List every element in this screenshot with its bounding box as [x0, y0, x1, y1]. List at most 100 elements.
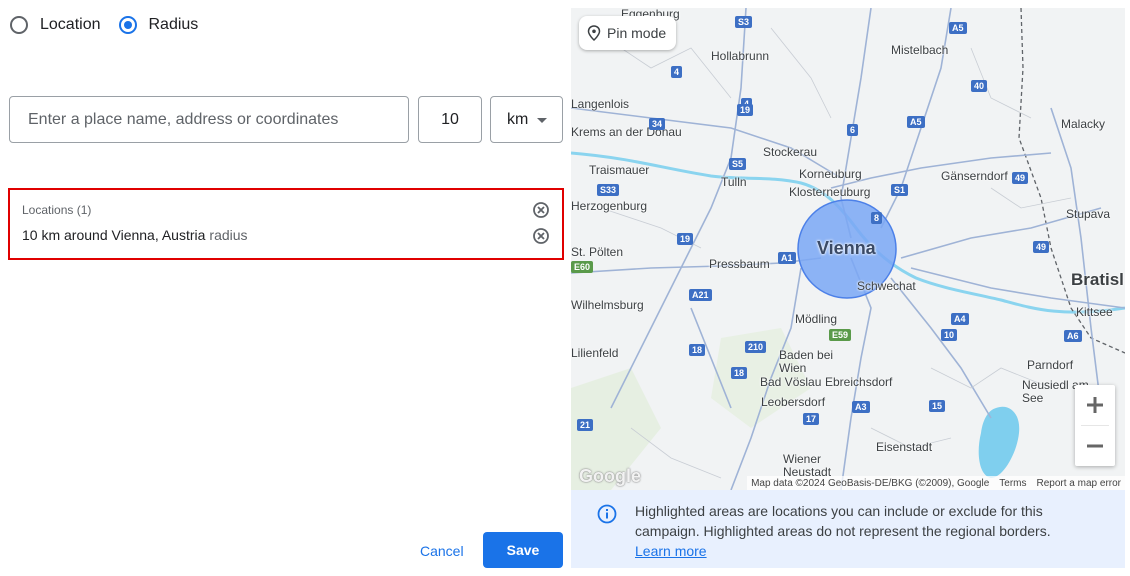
clear-all-locations-button[interactable] — [532, 201, 550, 219]
map-place-label: Gänserndorf — [941, 169, 1008, 183]
map-place-label: Ebreichsdorf — [825, 375, 893, 389]
road-shield: A3 — [852, 401, 870, 413]
road-shield: 17 — [803, 413, 820, 425]
targeting-mode-selector: Location Radius — [10, 16, 216, 34]
road-shield: 19 — [737, 104, 754, 116]
map-place-label: Lilienfeld — [571, 346, 619, 360]
google-logo: Google — [579, 466, 641, 486]
map-place-label: Schwechat — [857, 279, 916, 293]
road-shield: 34 — [649, 118, 666, 130]
zoom-out-button[interactable] — [1075, 426, 1115, 466]
map-place-label: Krems an der Donau — [571, 125, 682, 139]
road-shield: A5 — [949, 22, 967, 34]
locations-list: Locations (1) 10 km around Vienna, Austr… — [8, 188, 564, 260]
location-radio-label: Location — [40, 16, 101, 33]
map-place-label: Pressbaum — [709, 257, 770, 271]
location-pin-icon — [587, 25, 601, 41]
map-place-label: Mödling — [795, 312, 838, 326]
road-shield: 6 — [847, 124, 859, 136]
info-text-block: Highlighted areas are locations you can … — [635, 501, 1095, 561]
road-shield: 8 — [871, 212, 883, 224]
map-place-label: Langenlois — [571, 97, 630, 111]
road-shield: A1 — [778, 252, 796, 264]
map-place-label: Mistelbach — [891, 43, 949, 57]
map-place-label: Bratisl — [1071, 270, 1124, 289]
road-shield: 49 — [1033, 241, 1050, 253]
road-shield: 10 — [941, 329, 958, 341]
map-attribution: Map data ©2024 GeoBasis-DE/BKG (©2009), … — [747, 476, 1125, 490]
location-item: 10 km around Vienna, Austria radius — [22, 227, 248, 243]
map-place-label: Parndorf — [1027, 358, 1074, 372]
radius-value-input[interactable]: 10 — [418, 96, 482, 143]
map-place-label: Traismauer — [589, 163, 650, 177]
report-map-error-link[interactable]: Report a map error — [1037, 478, 1121, 489]
road-shield: 18 — [731, 367, 748, 379]
map-place-label: Korneuburg — [799, 167, 862, 181]
road-shield: A6 — [1064, 330, 1082, 342]
map-place-label: Tulln — [721, 175, 747, 189]
plus-icon — [1087, 397, 1103, 413]
map-place-label: Wilhelmsburg — [571, 298, 644, 312]
place-search-field[interactable] — [9, 96, 409, 143]
arrow-drop-down-icon — [537, 118, 547, 123]
map-data-attribution: Map data ©2024 GeoBasis-DE/BKG (©2009), … — [751, 477, 990, 489]
road-shield: 49 — [1012, 172, 1029, 184]
map-place-label: St. Pölten — [571, 245, 624, 259]
cancel-circle-icon — [533, 228, 549, 244]
cancel-circle-icon — [533, 202, 549, 218]
map-place-label: Eisenstadt — [876, 440, 933, 454]
radius-radio-option[interactable]: Radius — [118, 16, 199, 34]
zoom-controls — [1075, 385, 1115, 466]
map-place-label: Stockerau — [763, 145, 818, 159]
terms-link[interactable]: Terms — [999, 478, 1026, 489]
info-message: Highlighted areas are locations you can … — [635, 503, 1051, 539]
pin-mode-button[interactable]: Pin mode — [579, 16, 677, 50]
radius-radio-button[interactable] — [118, 16, 137, 34]
map-place-label: Leobersdorf — [761, 395, 826, 409]
road-shield: 210 — [745, 341, 767, 353]
place-search-input[interactable] — [26, 109, 408, 130]
learn-more-link[interactable]: Learn more — [635, 543, 707, 559]
location-radio-button[interactable] — [10, 16, 28, 34]
road-shield: 40 — [971, 80, 988, 92]
info-banner: Highlighted areas are locations you can … — [571, 490, 1125, 568]
unit-select-value: km — [507, 110, 529, 128]
map-place-label: Baden bei Wien — [779, 348, 834, 375]
map-place-label: Malacky — [1061, 117, 1106, 131]
road-shield: A21 — [689, 289, 712, 301]
road-shield: 19 — [677, 233, 694, 245]
road-shield: E60 — [571, 261, 594, 273]
road-shield: S3 — [735, 16, 753, 28]
pin-mode-label: Pin mode — [607, 25, 667, 41]
location-radio-option[interactable]: Location — [10, 16, 101, 34]
map-place-label: Klosterneuburg — [789, 185, 871, 199]
info-icon — [597, 504, 617, 524]
road-shield: 21 — [577, 419, 594, 431]
cancel-button[interactable]: Cancel — [412, 535, 472, 567]
radius-radio-label: Radius — [148, 16, 199, 33]
location-item-tag: radius — [209, 227, 248, 243]
minus-icon — [1087, 444, 1103, 448]
save-button[interactable]: Save — [483, 532, 563, 568]
road-shield: E59 — [829, 329, 852, 341]
road-shield: 4 — [671, 66, 683, 78]
map-view[interactable]: Eggenburg Hollabrunn Mistelbach Langenlois S… — [571, 8, 1125, 490]
road-shield: A5 — [907, 116, 925, 128]
road-shield: A4 — [951, 313, 969, 325]
unit-select[interactable]: km — [490, 96, 563, 143]
road-shield: S1 — [891, 184, 909, 196]
road-shield: 15 — [929, 400, 946, 412]
road-shield: S5 — [729, 158, 747, 170]
map-place-label: Bad Vöslau — [760, 375, 822, 389]
location-item-text: 10 km around Vienna, Austria — [22, 227, 206, 243]
map-place-label: Herzogenburg — [571, 199, 648, 213]
map-place-label: Stupava — [1066, 207, 1111, 221]
zoom-in-button[interactable] — [1075, 385, 1115, 425]
road-shield: S33 — [597, 184, 620, 196]
remove-location-button[interactable] — [532, 227, 550, 245]
locations-title: Locations (1) — [22, 203, 92, 217]
map-center-city-label: Vienna — [817, 238, 876, 258]
road-shield: 18 — [689, 344, 706, 356]
map-place-label: Hollabrunn — [711, 49, 770, 63]
map-place-label: Kittsee — [1076, 305, 1113, 319]
